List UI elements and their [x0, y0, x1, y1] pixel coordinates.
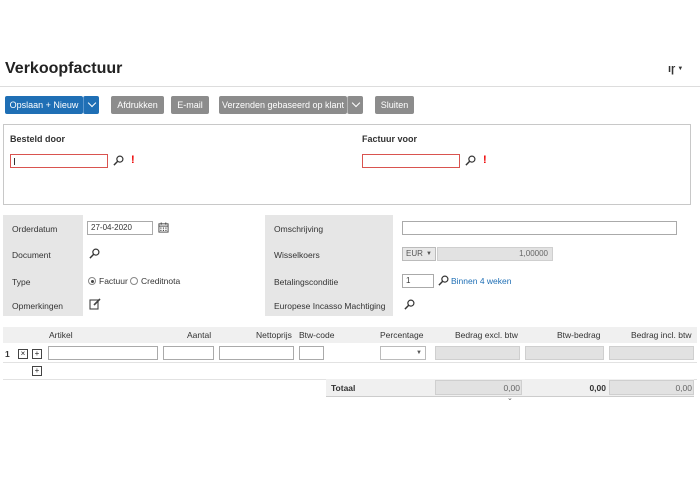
- col-quantity: Aantal: [187, 330, 212, 340]
- vat-code-input[interactable]: [299, 346, 324, 360]
- settings-label: ıɼ: [668, 63, 676, 75]
- add-icon[interactable]: +: [32, 349, 42, 359]
- payment-condition-label: Betalingsconditie: [274, 277, 339, 287]
- total-excl-value: 0,00: [503, 383, 520, 393]
- quantity-input[interactable]: [163, 346, 214, 360]
- settings-menu[interactable]: ıɼ ▼: [668, 63, 683, 75]
- description-label: Omschrijving: [274, 224, 324, 234]
- chevron-down-icon: ▼: [426, 251, 432, 257]
- chevron-down-icon[interactable]: ⌄: [507, 394, 513, 402]
- type-creditnote-label: Creditnota: [141, 276, 181, 286]
- type-invoice-radio[interactable]: [88, 277, 96, 285]
- total-label: Totaal: [331, 383, 356, 393]
- caret-down-icon: ▼: [677, 66, 684, 72]
- total-vat-value: 0,00: [589, 383, 606, 393]
- col-amount-incl: Bedrag incl. btw: [631, 330, 692, 340]
- col-article: Artikel: [49, 330, 73, 340]
- ordered-by-label: Besteld door: [10, 134, 66, 144]
- header-divider: [0, 86, 700, 87]
- search-icon[interactable]: [404, 299, 415, 310]
- row-number: 1: [5, 349, 10, 359]
- col-vat-code: Btw-code: [299, 330, 335, 340]
- row-divider: [3, 362, 697, 363]
- chevron-down-icon: [87, 98, 96, 108]
- exchange-rate-label: Wisselkoers: [274, 250, 320, 260]
- send-options-dropdown[interactable]: [347, 96, 363, 114]
- close-button[interactable]: Sluiten: [375, 96, 414, 114]
- required-icon: !: [483, 154, 487, 166]
- col-amount-excl: Bedrag excl. btw: [455, 330, 518, 340]
- text-cursor: [14, 158, 15, 165]
- amount-excl-field: [435, 346, 520, 360]
- total-incl-value: 0,00: [675, 383, 692, 393]
- payment-condition-link[interactable]: Binnen 4 weken: [451, 276, 512, 286]
- chevron-down-icon: ▼: [416, 350, 422, 356]
- sepa-mandate-label: Europese Incasso Machtiging: [274, 301, 386, 311]
- ordered-by-input[interactable]: [10, 154, 108, 168]
- order-date-label: Orderdatum: [12, 224, 58, 234]
- page-title: Verkoopfactuur: [5, 60, 123, 77]
- send-button[interactable]: Verzenden gebaseerd op klant: [219, 96, 347, 114]
- article-input[interactable]: [48, 346, 158, 360]
- col-percentage: Percentage: [380, 330, 424, 340]
- net-price-input[interactable]: [219, 346, 294, 360]
- search-icon[interactable]: [89, 248, 100, 259]
- amount-incl-field: [609, 346, 694, 360]
- order-date-input[interactable]: 27-04-2020: [87, 221, 153, 235]
- print-button[interactable]: Afdrukken: [111, 96, 164, 114]
- currency-value: EUR: [406, 249, 423, 258]
- payment-condition-input[interactable]: 1: [402, 274, 434, 288]
- email-button[interactable]: E-mail: [171, 96, 209, 114]
- currency-select[interactable]: EUR ▼: [402, 247, 436, 261]
- edit-icon[interactable]: [89, 298, 101, 310]
- save-new-button[interactable]: Opslaan + Nieuw: [5, 96, 83, 114]
- col-net-price: Nettoprijs: [256, 330, 292, 340]
- type-label: Type: [12, 277, 31, 287]
- delete-icon[interactable]: ×: [18, 349, 28, 359]
- add-line-icon[interactable]: +: [32, 366, 42, 376]
- document-label: Document: [12, 250, 51, 260]
- invoice-to-label: Factuur voor: [362, 134, 418, 144]
- type-invoice-label: Factuur: [99, 276, 128, 286]
- invoice-to-input[interactable]: [362, 154, 460, 168]
- description-input[interactable]: [402, 221, 677, 235]
- search-icon[interactable]: [113, 155, 124, 166]
- type-creditnote-radio[interactable]: [130, 277, 138, 285]
- col-vat-amount: Btw-bedrag: [557, 330, 601, 340]
- remarks-label: Opmerkingen: [12, 301, 64, 311]
- search-icon[interactable]: [465, 155, 476, 166]
- percentage-select[interactable]: ▼: [380, 346, 426, 360]
- exchange-rate-input: 1,00000: [437, 247, 553, 261]
- required-icon: !: [131, 154, 135, 166]
- vat-amount-field: [525, 346, 604, 360]
- save-options-dropdown[interactable]: [83, 96, 99, 114]
- search-icon[interactable]: [438, 275, 449, 286]
- calendar-icon[interactable]: [158, 222, 169, 233]
- chevron-down-icon: [351, 98, 360, 108]
